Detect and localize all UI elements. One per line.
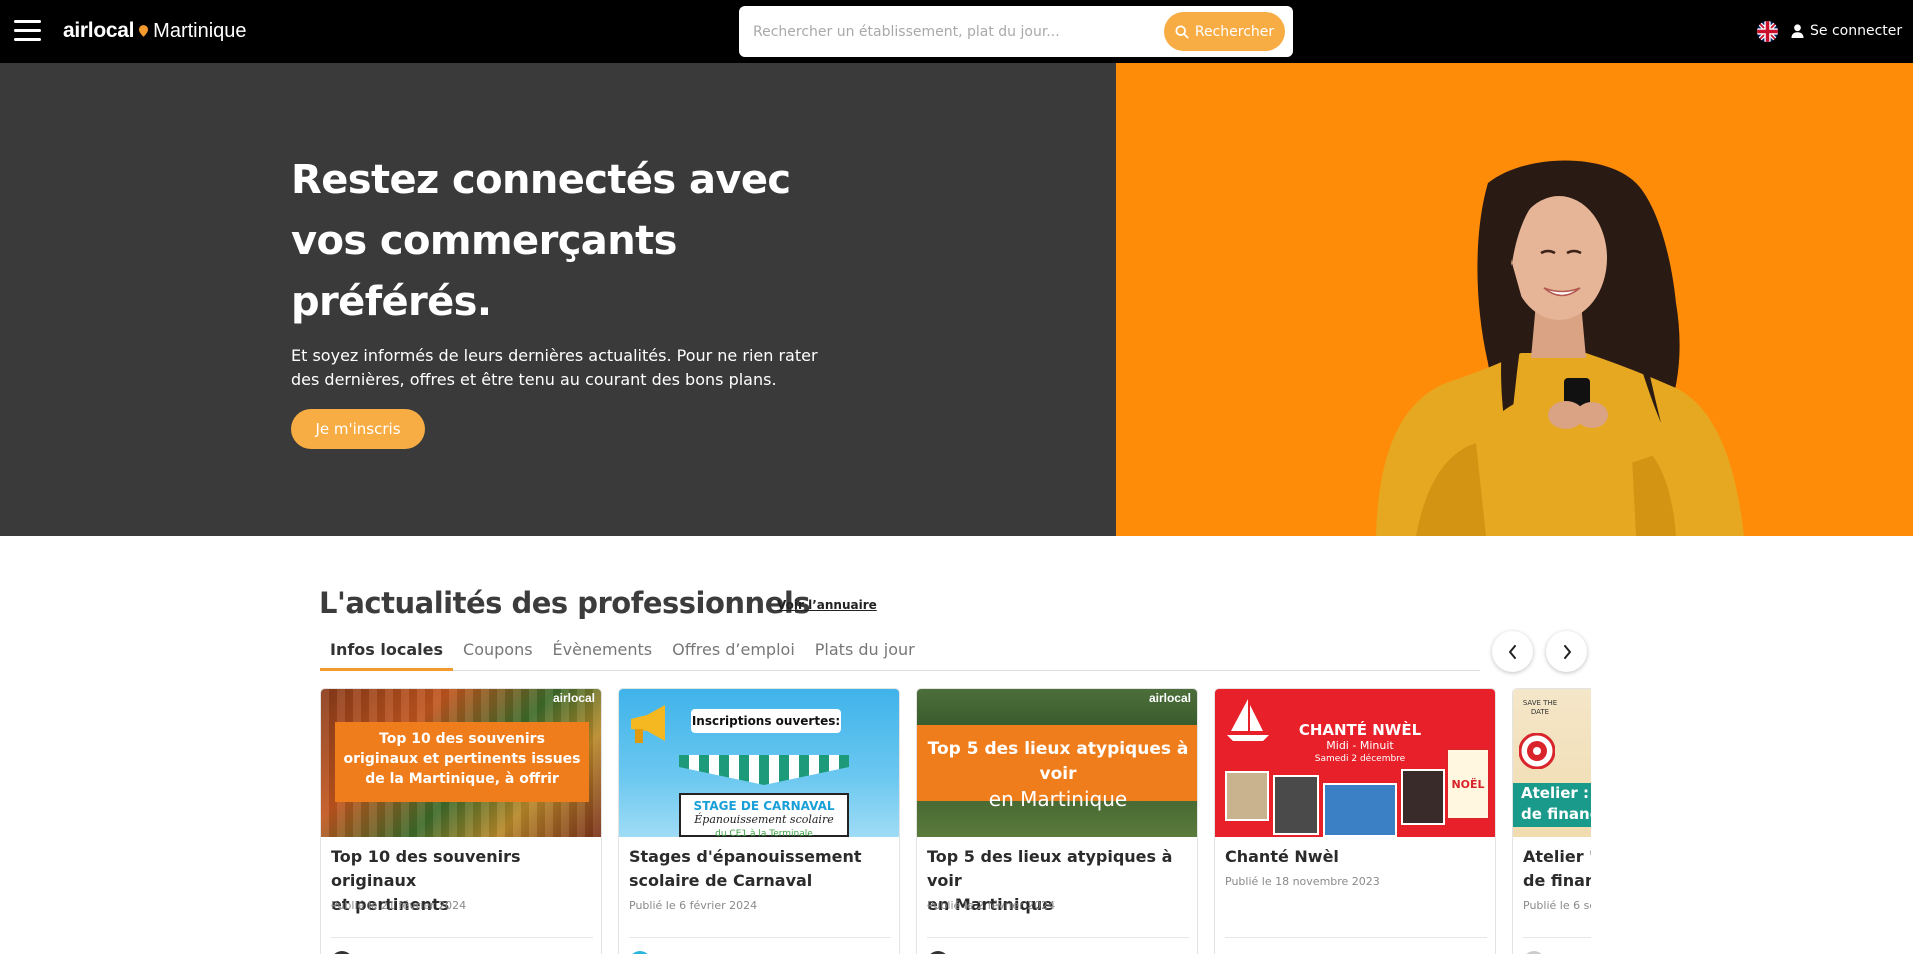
card-image: CHANTÉ NWÈL Midi - Minuit Samedi 2 décem… bbox=[1215, 689, 1495, 837]
card-divider bbox=[927, 937, 1189, 938]
card-image-caption: Atelier : Or de finance bbox=[1513, 783, 1591, 827]
card-image-stage-script: Épanouissement scolaire bbox=[694, 813, 834, 826]
tab-evenements[interactable]: Évènements bbox=[543, 636, 663, 671]
card-image: Inscriptions ouvertes: STAGE DE CARNAVAL… bbox=[619, 689, 899, 837]
card-divider bbox=[629, 937, 891, 938]
top-navbar: airlocal Martinique Rechercher S bbox=[0, 0, 1913, 63]
login-link[interactable]: Se connecter bbox=[1791, 20, 1902, 42]
card-date: Publié le 6 février 2024 bbox=[629, 899, 758, 912]
card-image: airlocal Top 5 des lieux atypiques à voi… bbox=[917, 689, 1197, 837]
card-date: Publié le 6 se bbox=[1523, 899, 1591, 912]
news-card[interactable]: Inscriptions ouvertes: STAGE DE CARNAVAL… bbox=[618, 688, 900, 954]
card-title: Atelier "C de finan bbox=[1523, 845, 1591, 893]
logo-region: Martinique bbox=[153, 19, 247, 42]
chevron-left-icon bbox=[1508, 644, 1516, 659]
photo-thumbnail bbox=[1273, 775, 1319, 835]
uk-flag-icon[interactable] bbox=[1757, 21, 1778, 42]
noel-poster: NOËL bbox=[1447, 749, 1489, 819]
hero-subtitle-line: Et soyez informés de leurs dernières act… bbox=[291, 346, 818, 365]
hero-image-panel bbox=[1116, 63, 1913, 536]
card-date: Publié le 2 février 2024 bbox=[927, 899, 1056, 912]
card-date: Publié le 18 novembre 2023 bbox=[1225, 875, 1380, 888]
card-divider bbox=[1225, 937, 1487, 938]
tab-offres-emploi[interactable]: Offres d’emploi bbox=[662, 636, 805, 671]
tab-plats-du-jour[interactable]: Plats du jour bbox=[805, 636, 925, 671]
card-image-date: Samedi 2 décembre bbox=[1314, 754, 1406, 764]
card-image: SAVE THE DATE Atelier : Or de finance bbox=[1513, 689, 1591, 837]
card-image-badge: Inscriptions ouvertes: bbox=[691, 709, 841, 733]
hero-woman-illustration bbox=[1376, 160, 1744, 536]
card-divider bbox=[1523, 937, 1591, 938]
menu-icon[interactable] bbox=[14, 20, 41, 42]
location-pin-icon bbox=[139, 25, 149, 37]
search-bar: Rechercher bbox=[739, 6, 1293, 57]
card-image-stage-level: du CE1 à la Terminale bbox=[715, 829, 813, 837]
news-card[interactable]: airlocal Top 10 des souvenirs originaux … bbox=[320, 688, 602, 954]
tab-coupons[interactable]: Coupons bbox=[453, 636, 543, 671]
card-image-title: CHANTÉ NWÈL bbox=[1298, 721, 1422, 739]
card-title-line: de finan bbox=[1523, 871, 1591, 890]
photo-thumbnail bbox=[1225, 771, 1269, 821]
sailboat-icon bbox=[1227, 699, 1269, 741]
target-icon bbox=[1519, 733, 1555, 769]
hero-title-line: Restez connectés avec bbox=[291, 157, 791, 203]
search-button-label: Rechercher bbox=[1194, 23, 1275, 40]
carousel-next-button[interactable] bbox=[1546, 631, 1587, 672]
card-title-line: scolaire de Carnaval bbox=[629, 871, 813, 890]
card-image-save-date: SAVE THE DATE bbox=[1522, 699, 1558, 716]
card-image-caption-line: Top 5 des lieux atypiques à voir bbox=[927, 739, 1189, 784]
hero-subtitle-line: des dernières, offres et être tenu au co… bbox=[291, 370, 777, 389]
card-divider bbox=[331, 937, 593, 938]
search-button[interactable]: Rechercher bbox=[1164, 12, 1285, 51]
card-title-line: Top 5 des lieux atypiques à voir bbox=[927, 847, 1173, 890]
chevron-right-icon bbox=[1563, 644, 1571, 659]
carousel-prev-button[interactable] bbox=[1492, 631, 1533, 672]
card-image-caption-line: en Martinique bbox=[988, 787, 1128, 811]
logo[interactable]: airlocal Martinique bbox=[63, 16, 247, 46]
card-date: Publié le 21 février 2024 bbox=[331, 899, 467, 912]
card-image-caption-line: Atelier : Or bbox=[1521, 784, 1591, 802]
tab-infos-locales[interactable]: Infos locales bbox=[320, 636, 454, 671]
login-label: Se connecter bbox=[1810, 23, 1903, 39]
card-image-caption-line: de finance bbox=[1521, 805, 1591, 823]
card-image: airlocal Top 10 des souvenirs originaux … bbox=[321, 689, 601, 837]
card-title-line: Chanté Nwèl bbox=[1225, 847, 1339, 866]
bunting-decoration bbox=[679, 755, 849, 785]
card-title-line: Stages d'épanouissement bbox=[629, 847, 862, 866]
signup-button[interactable]: Je m'inscris bbox=[291, 409, 425, 449]
hero-subtitle: Et soyez informés de leurs dernières act… bbox=[291, 344, 851, 392]
hero-title-line: vos commerçants bbox=[291, 218, 677, 264]
card-title-line: Top 10 des souvenirs originaux bbox=[331, 847, 521, 890]
card-image-stage: STAGE DE CARNAVAL Épanouissement scolair… bbox=[679, 793, 849, 837]
hero-title: Restez connectés avec vos commerçants pr… bbox=[291, 150, 851, 333]
card-image-hours: Midi - Minuit bbox=[1326, 739, 1394, 752]
photo-thumbnail bbox=[1401, 769, 1445, 825]
card-image-brand: airlocal bbox=[1148, 691, 1191, 705]
logo-brand: airlocal bbox=[63, 19, 135, 42]
news-card[interactable]: CHANTÉ NWÈL Midi - Minuit Samedi 2 décem… bbox=[1214, 688, 1496, 954]
news-card[interactable]: SAVE THE DATE Atelier : Or de finance At… bbox=[1512, 688, 1591, 954]
category-tabs: Infos locales Coupons Évènements Offres … bbox=[320, 636, 1480, 671]
search-input[interactable] bbox=[753, 18, 1153, 45]
directory-link[interactable]: Voir l’annuaire bbox=[777, 598, 877, 612]
card-title: Stages d'épanouissement scolaire de Carn… bbox=[629, 845, 891, 893]
card-image-stage-title: STAGE DE CARNAVAL bbox=[693, 799, 835, 813]
card-image-caption: Top 10 des souvenirs originaux et pertin… bbox=[335, 722, 589, 802]
news-carousel: airlocal Top 10 des souvenirs originaux … bbox=[320, 688, 1591, 954]
section-title: L'actualités des professionnels bbox=[319, 586, 811, 620]
card-image-caption: Top 5 des lieux atypiques à voir en Mart… bbox=[917, 725, 1197, 811]
card-title-line: Atelier "C bbox=[1523, 847, 1591, 866]
megaphone-icon bbox=[631, 705, 665, 743]
user-icon bbox=[1791, 24, 1804, 38]
hero-title-line: préférés. bbox=[291, 279, 492, 325]
card-image-caption: CHANTÉ NWÈL Midi - Minuit Samedi 2 décem… bbox=[1285, 721, 1435, 765]
card-image-brand: airlocal bbox=[552, 691, 595, 705]
search-icon bbox=[1175, 24, 1189, 39]
photo-thumbnail bbox=[1323, 783, 1397, 837]
card-title: Chanté Nwèl bbox=[1225, 845, 1487, 869]
news-card[interactable]: airlocal Top 5 des lieux atypiques à voi… bbox=[916, 688, 1198, 954]
